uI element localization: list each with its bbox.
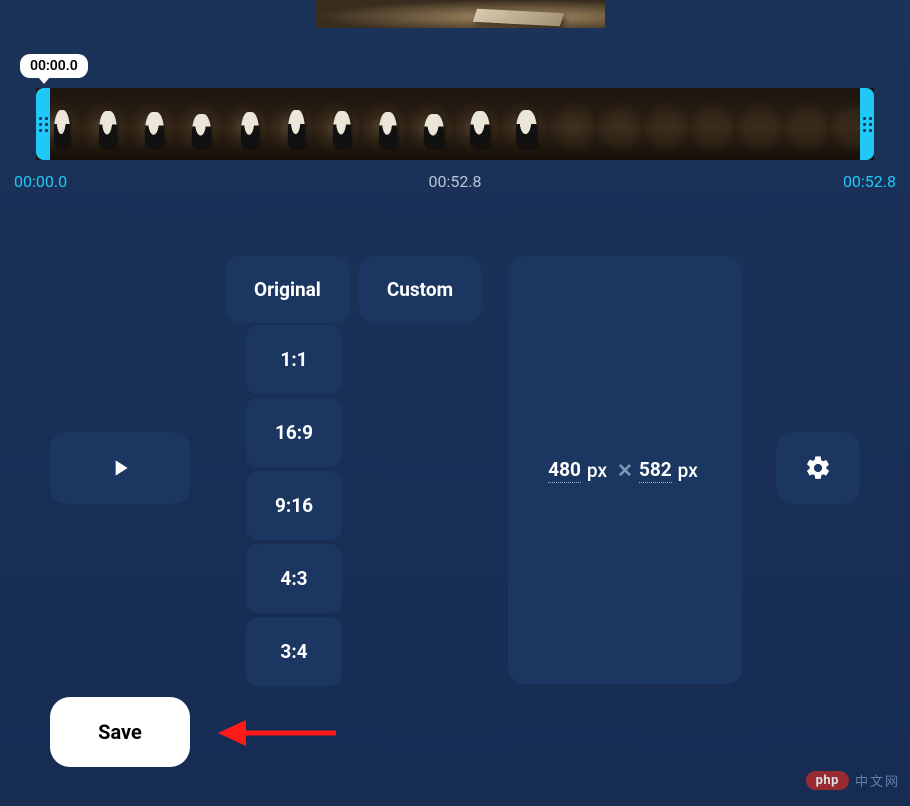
filmstrip-frame[interactable]	[83, 88, 130, 160]
filmstrip-frame[interactable]	[315, 88, 362, 160]
tab-custom[interactable]: Custom	[359, 256, 481, 323]
settings-button[interactable]	[776, 432, 860, 504]
filmstrip-frame[interactable]	[548, 88, 595, 160]
watermark-cn: 中文网	[855, 771, 900, 790]
save-button[interactable]: Save	[50, 697, 190, 767]
filmstrip-frame[interactable]	[734, 88, 781, 160]
filmstrip-frame[interactable]	[688, 88, 735, 160]
controls: Original Custom 1:116:99:164:33:4 480 px…	[0, 256, 910, 684]
timeline-filmstrip[interactable]	[36, 88, 874, 160]
height-value[interactable]: 582	[639, 458, 672, 483]
timeline-start-label: 00:00.0	[14, 172, 67, 191]
timeline-mid-label: 00:52.8	[428, 172, 481, 191]
trim-handle-end[interactable]	[860, 88, 874, 160]
filmstrip-frame[interactable]	[502, 88, 549, 160]
filmstrip-frame[interactable]	[129, 88, 176, 160]
aspect-ratio-option[interactable]: 1:1	[246, 325, 342, 394]
aspect-ratio-option[interactable]: 9:16	[246, 471, 342, 540]
filmstrip-frame[interactable]	[781, 88, 828, 160]
trim-handle-start[interactable]	[36, 88, 50, 160]
filmstrip-frame[interactable]	[176, 88, 223, 160]
tab-original[interactable]: Original	[226, 256, 349, 323]
filmstrip-frame[interactable]	[409, 88, 456, 160]
video-preview	[315, 0, 605, 28]
aspect-ratio-option[interactable]: 16:9	[246, 398, 342, 467]
times-icon: ✕	[617, 459, 633, 482]
filmstrip-frame[interactable]	[269, 88, 316, 160]
watermark: php 中文网	[806, 771, 900, 790]
play-icon	[107, 455, 133, 481]
filmstrip-frame[interactable]	[641, 88, 688, 160]
play-button[interactable]	[50, 432, 190, 504]
grip-dots-icon	[39, 117, 48, 132]
watermark-brand: php	[806, 771, 849, 790]
filmstrip-frame[interactable]	[455, 88, 502, 160]
grip-dots-icon	[863, 117, 872, 132]
aspect-ratio-option[interactable]: 3:4	[246, 617, 342, 686]
filmstrip-frame[interactable]	[362, 88, 409, 160]
annotation-arrow	[218, 716, 338, 750]
width-value[interactable]: 480	[548, 458, 581, 483]
aspect-column: Original Custom 1:116:99:164:33:4	[226, 256, 476, 686]
filmstrip-frame[interactable]	[222, 88, 269, 160]
filmstrip-frame[interactable]	[595, 88, 642, 160]
aspect-ratio-list: 1:116:99:164:33:4	[226, 325, 476, 686]
height-unit: px	[678, 459, 698, 482]
aspect-ratio-option[interactable]: 4:3	[246, 544, 342, 613]
dimensions-panel: 480 px ✕ 582 px	[508, 256, 742, 684]
timeline-end-label: 00:52.8	[843, 172, 896, 191]
gear-icon	[804, 454, 832, 482]
playhead-time-badge: 00:00.0	[20, 54, 88, 78]
width-unit: px	[587, 459, 607, 482]
